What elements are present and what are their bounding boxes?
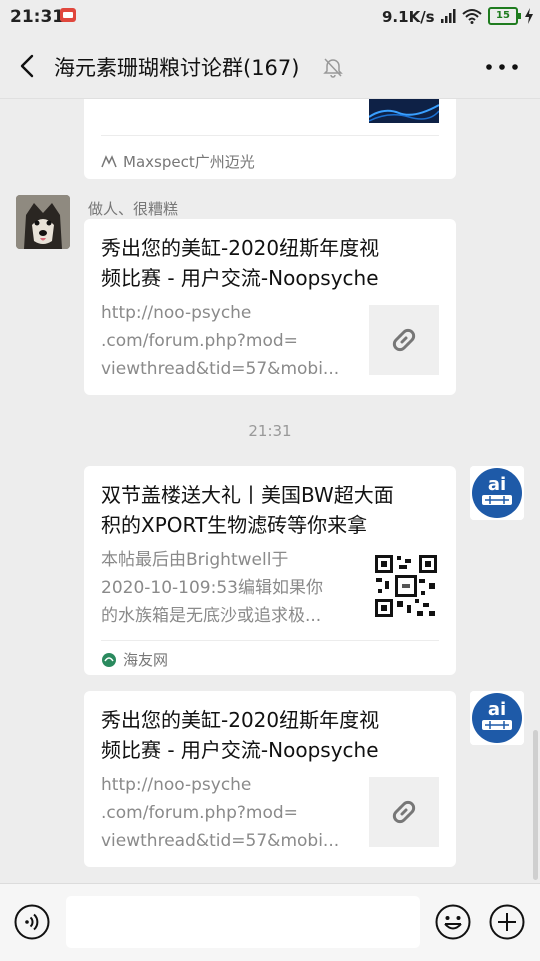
status-icons: 15 [440, 6, 534, 26]
wifi-icon [462, 9, 482, 24]
link-title: 秀出您的美缸-2020纽斯年度视 频比赛 - 用户交流-Noopsyche [101, 236, 380, 290]
svg-text:ai: ai [488, 474, 506, 495]
sender-name: 做人、很糟糕 [88, 200, 179, 218]
input-bar [0, 883, 540, 961]
link-card-message[interactable]: 双节盖楼送大礼丨美国BW超大面 积的XPORT生物滤砖等你来拿 本帖最后由Bri… [84, 466, 456, 675]
link-card-message[interactable]: Maxspect广州迈光 [84, 99, 456, 179]
link-source-name: 海友网 [123, 651, 169, 669]
card-divider [101, 640, 439, 641]
link-source: 海友网 [101, 649, 168, 670]
battery-icon: 15 [488, 7, 521, 25]
link-thumbnail [369, 777, 439, 847]
message-timestamp: 21:31 [248, 422, 292, 440]
message-input[interactable] [66, 896, 420, 948]
link-description: http://noo-psyche .com/forum.php?mod= vi… [101, 303, 340, 379]
mute-bell-icon [323, 58, 343, 78]
chat-message-list[interactable]: Maxspect广州迈光 做人、很糟糕 秀出您的美缸-2020纽斯年度视 频比赛… [0, 99, 540, 879]
link-source-name: Maxspect广州迈光 [123, 153, 255, 171]
svg-text:ai: ai [488, 699, 506, 720]
avatar[interactable] [16, 195, 70, 249]
voice-input-icon[interactable] [14, 904, 50, 940]
link-description: http://noo-psyche .com/forum.php?mod= vi… [101, 775, 340, 851]
status-bar: 21:31 9.1K/s 15 [0, 0, 540, 34]
haiyouwang-logo-icon [102, 652, 116, 667]
link-thumbnail [369, 305, 439, 375]
back-icon[interactable] [14, 52, 42, 80]
avatar[interactable]: ai [470, 691, 524, 745]
notification-app-icon [60, 8, 76, 22]
link-description: 本帖最后由Brightwell于 2020-10-109:53编辑如果你 的水族… [101, 550, 323, 626]
card-divider [101, 135, 439, 136]
link-card-message[interactable]: 秀出您的美缸-2020纽斯年度视 频比赛 - 用户交流-Noopsyche ht… [84, 219, 456, 395]
link-icon [392, 800, 416, 824]
signal-icon [441, 9, 456, 23]
maxspect-logo-icon [101, 154, 117, 167]
link-thumbnail [369, 99, 439, 123]
emoji-icon[interactable] [435, 904, 471, 940]
link-source: Maxspect广州迈光 [101, 151, 255, 172]
link-icon [392, 328, 416, 352]
scrollbar[interactable] [533, 730, 538, 880]
link-title: 双节盖楼送大礼丨美国BW超大面 积的XPORT生物滤砖等你来拿 [101, 483, 394, 537]
network-speed: 9.1K/s [382, 8, 435, 26]
status-time: 21:31 [10, 7, 65, 27]
link-card-message[interactable]: 秀出您的美缸-2020纽斯年度视 频比赛 - 用户交流-Noopsyche ht… [84, 691, 456, 867]
chat-header: 海元素珊瑚粮讨论群(167) [0, 34, 540, 99]
link-title: 秀出您的美缸-2020纽斯年度视 频比赛 - 用户交流-Noopsyche [101, 708, 380, 762]
more-options-icon[interactable] [486, 64, 518, 70]
avatar[interactable]: ai [470, 466, 524, 520]
chat-title: 海元素珊瑚粮讨论群(167) [54, 56, 300, 80]
qr-code-thumbnail [373, 553, 439, 619]
charging-icon [525, 8, 533, 24]
add-more-icon[interactable] [489, 904, 525, 940]
